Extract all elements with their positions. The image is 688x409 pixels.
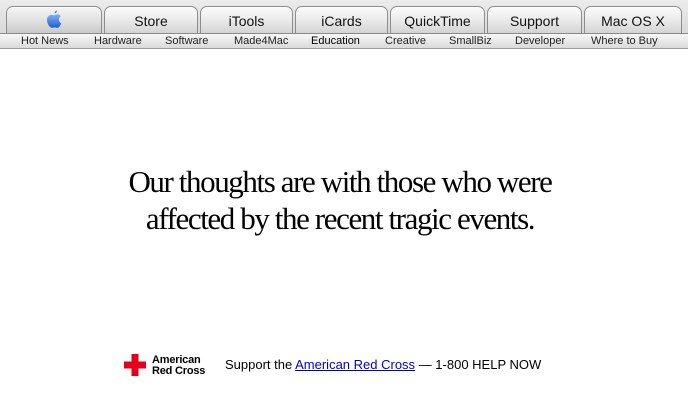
message-line-2: affected by the recent tragic events. [145,201,536,236]
tab-label: Store [134,13,168,29]
sublink-education[interactable]: Education [311,35,360,48]
sublink-where-to-buy[interactable]: Where to Buy [591,35,658,48]
sublink-hardware[interactable]: Hardware [94,35,142,48]
tab-label: iCards [321,13,362,29]
sublink-made4mac[interactable]: Made4Mac [234,35,288,48]
sublink-software[interactable]: Software [165,35,208,48]
tab-support[interactable]: Support [487,6,582,33]
support-suffix: — 1-800 HELP NOW [418,357,542,372]
tab-label: iTools [228,13,265,29]
tab-mac-os-x[interactable]: Mac OS X [584,6,682,33]
support-prefix: Support the [225,357,293,372]
sub-navigation: Hot News Hardware Software Made4Mac Educ… [0,33,688,49]
tab-label: Support [509,13,560,29]
sublink-smallbiz[interactable]: SmallBiz [449,35,492,48]
sublink-developer[interactable]: Developer [515,35,565,48]
red-cross-link[interactable]: American Red Cross [295,357,415,372]
red-cross-logo-text: American Red Cross [152,355,205,377]
tab-apple-home[interactable] [6,6,102,33]
sublink-creative[interactable]: Creative [385,35,426,48]
top-navigation: Store iTools iCards QuickTime Support Ma… [0,0,688,34]
red-cross-logo-line-2: Red Cross [152,365,206,377]
message-line-1: Our thoughts are with those who were [128,164,553,199]
tab-icards[interactable]: iCards [295,6,388,33]
tab-label: QuickTime [404,13,471,29]
tab-quicktime[interactable]: QuickTime [390,6,485,33]
tab-itools[interactable]: iTools [200,6,293,33]
support-line: Support the American Red Cross — 1-800 H… [225,357,541,372]
tab-store[interactable]: Store [104,6,198,33]
tab-label: Mac OS X [601,13,665,29]
apple-icon [47,10,62,28]
red-cross-icon [124,354,146,376]
sublink-hot-news[interactable]: Hot News [21,35,69,48]
tribute-message: Our thoughts are with those who were aff… [90,163,590,237]
